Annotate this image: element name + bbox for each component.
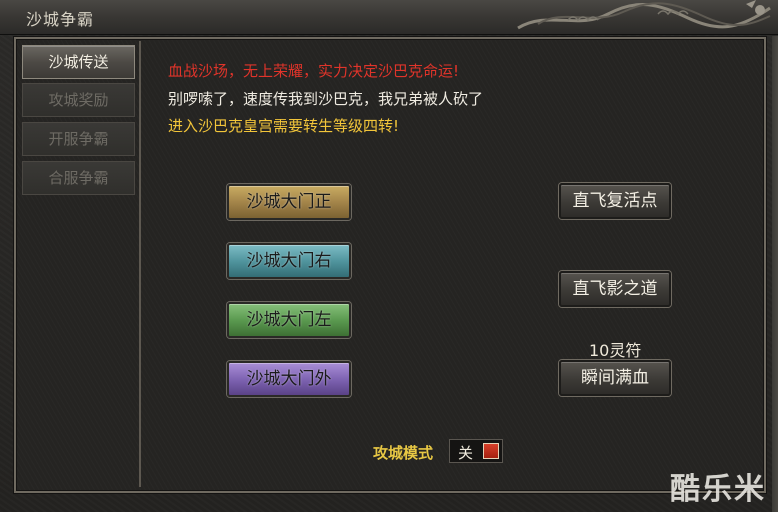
sidebar-item-server-open-contest[interactable]: 开服争霸 xyxy=(22,122,135,156)
window-title: 沙城争霸 xyxy=(26,10,95,29)
title-bar[interactable]: 沙城争霸 xyxy=(0,0,778,35)
sidebar-item-siege-rewards[interactable]: 攻城奖励 xyxy=(22,83,135,117)
siege-mode-value: 关 xyxy=(458,444,474,462)
window-edge-strip xyxy=(772,36,778,512)
instant-heal-button[interactable]: 瞬间满血 xyxy=(559,360,671,396)
info-line-hurry: 别啰嗦了，速度传我到沙巴克，我兄弟被人砍了 xyxy=(168,90,484,108)
watermark-text: 酷乐米 xyxy=(670,472,766,507)
toggle-off-indicator-icon xyxy=(483,443,499,459)
main-panel: 血战沙场，无上荣耀，实力决定沙巴克命运! 别啰嗦了，速度传我到沙巴克，我兄弟被人… xyxy=(140,41,760,487)
teleport-gate-right-button[interactable]: 沙城大门右 xyxy=(227,243,351,279)
sidebar-item-server-merge-contest[interactable]: 合服争霸 xyxy=(22,161,135,195)
info-line-requirement: 进入沙巴克皇宫需要转生等级四转! xyxy=(168,117,400,135)
dragon-ornament-icon xyxy=(517,0,771,30)
info-line-battle: 血战沙场，无上荣耀，实力决定沙巴克命运! xyxy=(168,62,460,80)
siege-mode-label: 攻城模式 xyxy=(373,444,434,462)
fly-shadow-path-button[interactable]: 直飞影之道 xyxy=(559,271,671,307)
siege-mode-toggle[interactable]: 关 xyxy=(449,439,503,463)
teleport-gate-left-button[interactable]: 沙城大门左 xyxy=(227,302,351,338)
sidebar-item-siege-teleport[interactable]: 沙城传送 xyxy=(22,45,135,79)
fly-revive-point-button[interactable]: 直飞复活点 xyxy=(559,183,671,219)
siege-window: 沙城争霸 沙城传送 攻城奖励 开服争霸 合服争霸 血战沙场，无上荣耀，实力决定沙… xyxy=(0,0,778,512)
teleport-gate-front-button[interactable]: 沙城大门正 xyxy=(227,184,351,220)
sidebar: 沙城传送 攻城奖励 开服争霸 合服争霸 xyxy=(18,41,141,487)
heal-cost-label: 10灵符 xyxy=(589,341,642,360)
teleport-gate-outside-button[interactable]: 沙城大门外 xyxy=(227,361,351,397)
